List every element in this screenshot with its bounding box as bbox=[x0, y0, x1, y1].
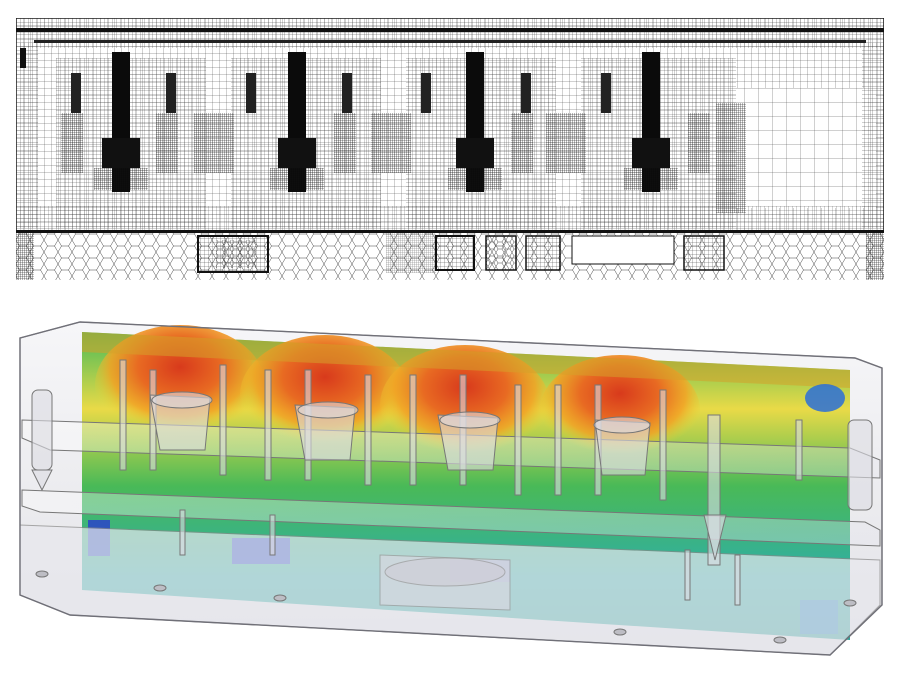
cfd-temperature-render bbox=[10, 310, 895, 665]
cfd-svg bbox=[19, 321, 883, 656]
mesh-cross-section-image bbox=[16, 18, 884, 280]
mesh-svg bbox=[16, 18, 884, 280]
